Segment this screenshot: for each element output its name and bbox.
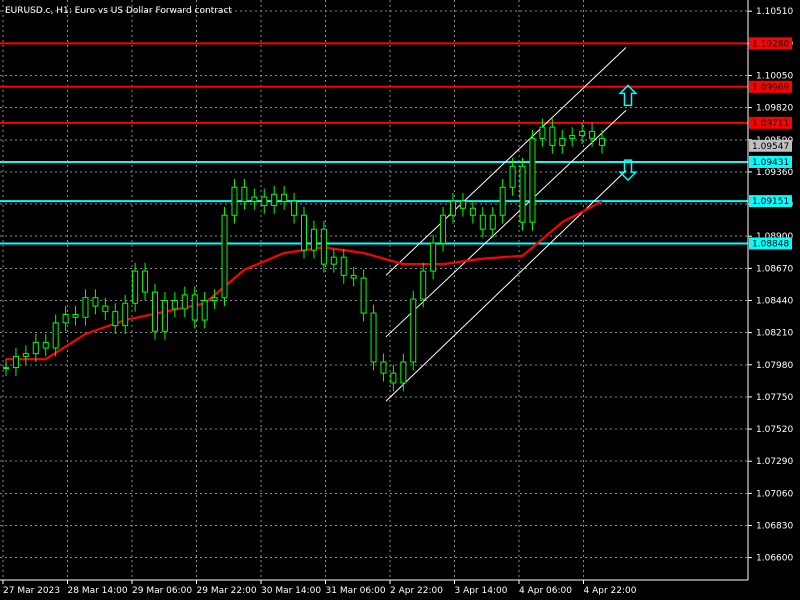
- candle-body: [599, 137, 605, 146]
- candle-body: [171, 299, 178, 310]
- candle-body: [142, 270, 149, 293]
- candle-body: [152, 291, 158, 332]
- candle-body: [450, 200, 456, 216]
- candle-body: [72, 313, 79, 318]
- candle-body: [509, 165, 516, 188]
- candle-body: [191, 294, 198, 321]
- y-tick-label: 1.06830: [756, 521, 793, 531]
- candle-body: [390, 372, 397, 384]
- candle-body: [569, 135, 576, 139]
- candle-body: [251, 196, 258, 202]
- candle-body: [291, 200, 298, 216]
- candle-body: [489, 214, 496, 230]
- candle-body: [310, 228, 317, 251]
- candle-body: [430, 242, 437, 272]
- candle-body: [549, 126, 556, 146]
- x-tick-label: 31 Mar 06:00: [326, 586, 386, 596]
- candle-body: [380, 361, 387, 374]
- price-tag-label: 1.09431: [752, 158, 789, 168]
- candle-body: [579, 130, 586, 137]
- candle-body: [42, 341, 49, 349]
- candle-body: [499, 186, 506, 216]
- candle-body: [132, 270, 139, 304]
- chart-root: 1.105101.102801.100501.098201.095901.093…: [0, 0, 800, 600]
- candle-body: [410, 298, 417, 363]
- price-tag-label: 1.09151: [752, 197, 789, 207]
- candle-body: [181, 294, 188, 310]
- x-tick-label: 27 Mar 2023: [3, 586, 60, 596]
- candle-body: [201, 299, 208, 321]
- candle-body: [360, 277, 367, 314]
- x-tick-label: 29 Mar 06:00: [132, 586, 192, 596]
- x-tick-label: 4 Apr 06:00: [519, 586, 572, 596]
- y-tick-label: 1.08440: [756, 296, 793, 306]
- candle-body: [261, 196, 268, 206]
- y-tick-label: 1.07980: [756, 361, 793, 371]
- candle-body: [241, 186, 248, 202]
- candle-body: [231, 186, 238, 216]
- candle-body: [62, 313, 69, 324]
- candle-body: [221, 214, 228, 299]
- candle-body: [3, 367, 9, 370]
- x-tick-label: 30 Mar 14:00: [261, 586, 321, 596]
- candle-body: [330, 256, 337, 265]
- candle-body: [440, 214, 447, 244]
- price-chart[interactable]: 1.105101.102801.100501.098201.095901.093…: [0, 0, 800, 600]
- y-tick-label: 1.08670: [756, 264, 793, 274]
- candle-body: [350, 274, 357, 279]
- price-tag-label: 1.08848: [752, 239, 789, 249]
- candle-body: [370, 312, 377, 363]
- candle-body: [52, 322, 59, 349]
- y-tick-label: 1.09820: [756, 104, 793, 114]
- price-tag-label: 1.09711: [752, 119, 789, 129]
- y-tick-label: 1.07520: [756, 425, 793, 435]
- y-tick-label: 1.07290: [756, 457, 793, 467]
- candle-body: [281, 193, 288, 202]
- candle-body: [320, 228, 327, 265]
- candle-body: [32, 341, 39, 355]
- y-tick-label: 1.09360: [756, 168, 793, 178]
- candle-body: [161, 299, 168, 332]
- y-tick-label: 1.07060: [756, 489, 793, 499]
- candle-body: [112, 311, 119, 327]
- y-tick-label: 1.07750: [756, 393, 793, 403]
- candle-body: [92, 297, 99, 307]
- x-tick-label: 3 Apr 14:00: [455, 586, 508, 596]
- candle-body: [102, 305, 109, 313]
- x-tick-label: 29 Mar 22:00: [197, 586, 257, 596]
- candle-body: [82, 297, 89, 318]
- candle-body: [479, 214, 486, 230]
- y-tick-label: 1.10510: [756, 7, 793, 17]
- candle-body: [559, 137, 566, 146]
- candle-body: [469, 207, 476, 216]
- x-tick-label: 4 Apr 22:00: [584, 586, 637, 596]
- x-tick-label: 2 Apr 22:00: [390, 586, 443, 596]
- candle-body: [301, 214, 307, 251]
- candle-body: [271, 193, 278, 206]
- candle-body: [420, 270, 427, 300]
- candle-body: [539, 126, 546, 139]
- y-tick-label: 1.08210: [756, 329, 793, 339]
- price-tag-label: 1.10280: [752, 39, 789, 49]
- candle-body: [12, 355, 19, 369]
- x-tick-label: 28 Mar 14:00: [68, 586, 128, 596]
- y-tick-label: 1.06600: [756, 554, 793, 564]
- candle-body: [340, 256, 347, 276]
- candle-body: [400, 361, 407, 384]
- candle-body: [529, 137, 536, 223]
- chart-title: EURUSD.c, H1: Euro vs US Dollar Forward …: [5, 6, 232, 16]
- candle-body: [122, 302, 129, 327]
- current-price-tag-label: 1.09547: [752, 142, 789, 152]
- y-tick-label: 1.10050: [756, 71, 793, 81]
- candle-body: [459, 200, 466, 209]
- price-tag-label: 1.09969: [752, 83, 789, 93]
- candle-body: [589, 130, 596, 139]
- candle-body: [211, 297, 218, 301]
- candle-body: [519, 165, 526, 223]
- candle-body: [22, 353, 29, 357]
